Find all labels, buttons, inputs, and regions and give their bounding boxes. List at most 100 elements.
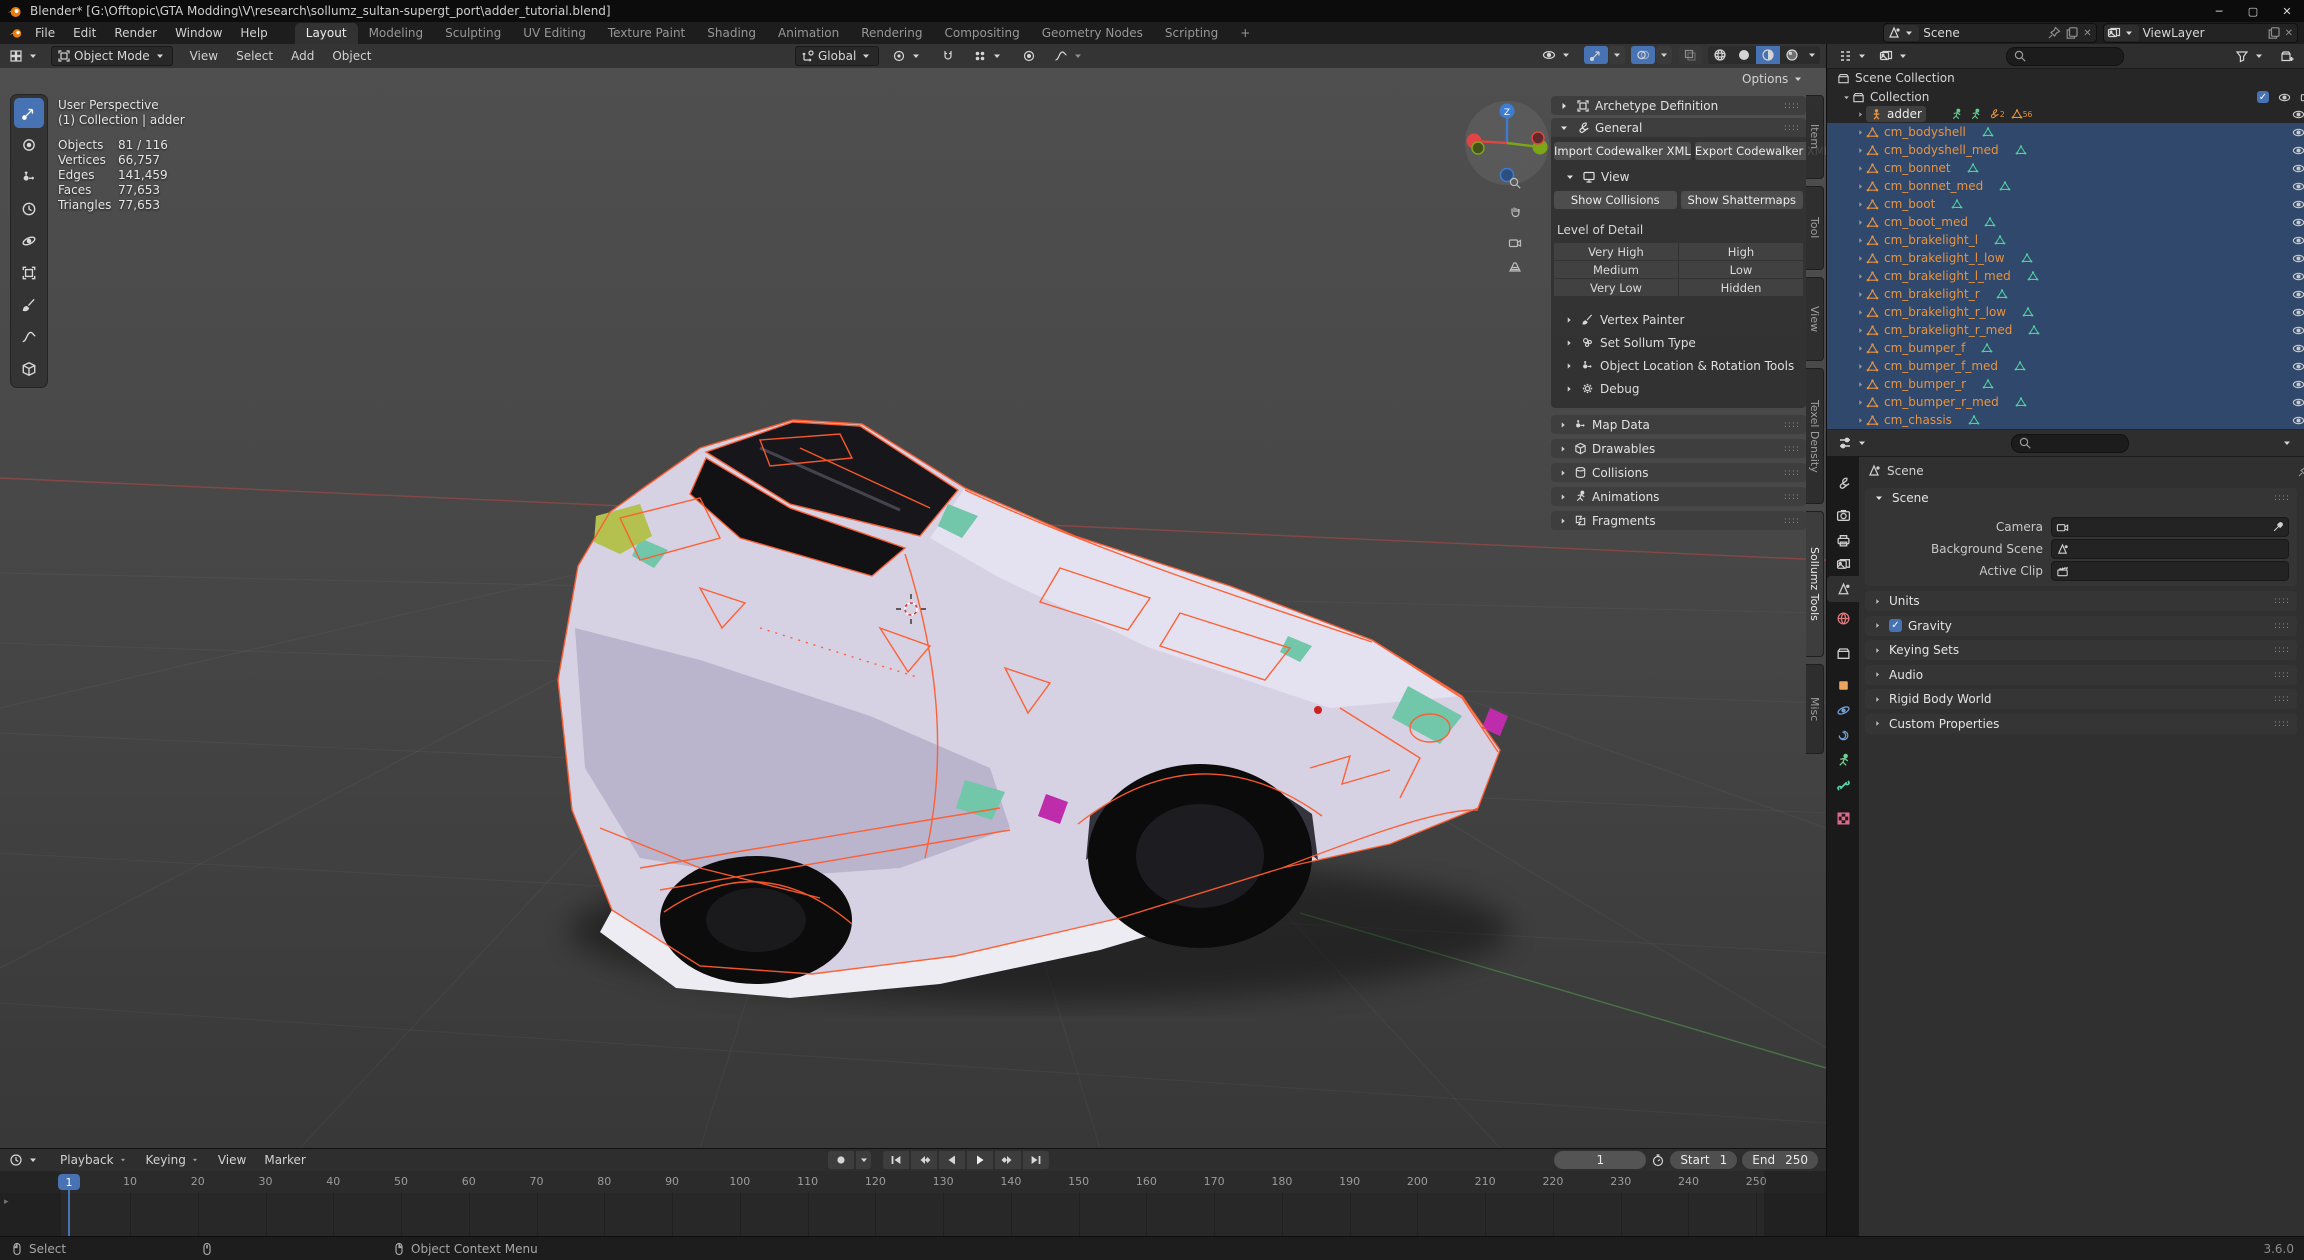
outliner-row-collection[interactable]: Collection✓ xyxy=(1827,88,2304,106)
menu-help[interactable]: Help xyxy=(231,22,276,44)
hide-eye-icon[interactable] xyxy=(2292,360,2304,373)
timeline-menu-playback[interactable]: Playback xyxy=(51,1149,137,1171)
outliner-row-cm_bonnet[interactable]: cm_bonnet xyxy=(1827,159,2304,177)
shading-wireframe-button[interactable] xyxy=(1708,46,1732,64)
show-collisions-button[interactable]: Show Collisions xyxy=(1554,191,1677,209)
properties-tab-object[interactable] xyxy=(1827,672,1859,698)
panel-rigid-body-world[interactable]: Rigid Body World:::: xyxy=(1865,689,2297,709)
outliner-row-cm_bumper_r[interactable]: cm_bumper_r xyxy=(1827,375,2304,393)
properties-tab-object-data[interactable] xyxy=(1827,772,1859,798)
npanel-tab-tool[interactable]: Tool xyxy=(1806,186,1824,270)
xray-toggle[interactable] xyxy=(1678,46,1702,64)
show-shattermaps-button[interactable]: Show Shattermaps xyxy=(1681,191,1804,209)
hide-eye-icon[interactable] xyxy=(2292,252,2304,265)
jump-to-end-button[interactable] xyxy=(1023,1151,1049,1169)
outliner-row-cm_brakelight_r_med[interactable]: cm_brakelight_r_med xyxy=(1827,321,2304,339)
timeline-menu-marker[interactable]: Marker xyxy=(255,1149,314,1171)
npanel-tab-item[interactable]: Item xyxy=(1806,95,1824,179)
auto-keying-toggle[interactable] xyxy=(828,1151,854,1169)
menu-render[interactable]: Render xyxy=(105,22,166,44)
play-reverse-button[interactable] xyxy=(939,1151,965,1169)
properties-search-input[interactable] xyxy=(2011,434,2129,453)
panel-units[interactable]: Units:::: xyxy=(1865,591,2297,611)
show-gizmo-toggle[interactable] xyxy=(1584,46,1608,64)
proportional-editing-toggle[interactable] xyxy=(1017,47,1041,65)
viewport-menu-object[interactable]: Object xyxy=(323,45,380,67)
outliner-row-cm_brakelight_l[interactable]: cm_brakelight_l xyxy=(1827,231,2304,249)
minimize-button[interactable]: ─ xyxy=(2202,0,2236,22)
shading-solid-button[interactable] xyxy=(1732,46,1756,64)
new-scene-button[interactable] xyxy=(2065,26,2079,40)
disclosure-icon[interactable] xyxy=(1855,361,1866,372)
outliner-filter-dropdown[interactable] xyxy=(2230,47,2271,65)
shading-material-button[interactable] xyxy=(1756,46,1780,64)
hide-eye-icon[interactable] xyxy=(2292,216,2304,229)
tab-sculpting[interactable]: Sculpting xyxy=(434,23,512,44)
outliner-row-cm_chassis[interactable]: cm_chassis xyxy=(1827,411,2304,429)
tab-modeling[interactable]: Modeling xyxy=(358,23,435,44)
object-visibility-dropdown[interactable] xyxy=(1537,46,1578,64)
timeline-menu-keying[interactable]: Keying xyxy=(137,1149,209,1171)
annotate-tool[interactable] xyxy=(14,290,44,320)
properties-tab-world[interactable] xyxy=(1827,605,1859,631)
properties-tab-output[interactable] xyxy=(1827,527,1859,553)
tab--[interactable]: + xyxy=(1229,23,1261,44)
playhead-line[interactable] xyxy=(68,1190,70,1237)
panel-archetype-definition[interactable]: Archetype Definition :::: xyxy=(1551,96,1806,115)
panel-audio[interactable]: Audio:::: xyxy=(1865,665,2297,685)
subsection-set-sollum-type[interactable]: Set Sollum Type xyxy=(1551,333,1806,352)
options-dropdown[interactable]: Options xyxy=(1742,72,1805,86)
timeline-channels[interactable]: ▸ xyxy=(0,1193,1826,1237)
disclosure-icon[interactable] xyxy=(1855,397,1866,408)
lod-very-high-button[interactable]: Very High xyxy=(1554,243,1678,260)
outliner-row-cm_brakelight_l_low[interactable]: cm_brakelight_l_low xyxy=(1827,249,2304,267)
outliner-row-scene-collection[interactable]: Scene Collection xyxy=(1827,69,2304,87)
lod-very-low-button[interactable]: Very Low xyxy=(1554,279,1678,296)
hide-eye-icon[interactable] xyxy=(2292,234,2304,247)
pin-scene-icon[interactable] xyxy=(2047,26,2061,40)
keying-dropdown[interactable] xyxy=(856,1151,871,1169)
disclosure-icon[interactable] xyxy=(1855,235,1866,246)
tab-layout[interactable]: Layout xyxy=(295,23,358,44)
properties-tab-constraints[interactable] xyxy=(1827,722,1859,748)
npanel-tab-misc[interactable]: Misc xyxy=(1806,664,1824,754)
hide-eye-icon[interactable] xyxy=(2292,324,2304,337)
pan-hand-icon[interactable] xyxy=(1508,204,1522,218)
scene-icon[interactable] xyxy=(1884,25,1919,41)
use-preview-range-icon[interactable] xyxy=(1651,1153,1665,1167)
properties-tab-scene[interactable] xyxy=(1827,576,1859,602)
outliner-display-mode-dropdown[interactable] xyxy=(1833,47,1874,65)
properties-tab-render[interactable] xyxy=(1827,502,1859,528)
npanel-tab-texel-density[interactable]: Texel Density xyxy=(1806,368,1824,504)
disclosure-icon[interactable] xyxy=(1855,415,1866,426)
viewlayer-icon[interactable] xyxy=(2104,25,2139,41)
lod-high-button[interactable]: High xyxy=(1679,243,1803,260)
disclosure-icon[interactable] xyxy=(1855,379,1866,390)
lod-hidden-button[interactable]: Hidden xyxy=(1679,279,1803,296)
outliner-row-cm_bumper_r_med[interactable]: cm_bumper_r_med xyxy=(1827,393,2304,411)
timeline-menu-view[interactable]: View xyxy=(209,1149,255,1171)
collection-checkbox[interactable]: ✓ xyxy=(2257,91,2269,103)
hide-eye-icon[interactable] xyxy=(2292,198,2304,211)
disclosure-icon[interactable] xyxy=(1855,145,1866,156)
disclosure-icon[interactable] xyxy=(1855,109,1866,120)
timeline-ruler[interactable]: 1020304050607080901001101201301401501601… xyxy=(0,1171,1826,1194)
previous-keyframe-button[interactable] xyxy=(911,1151,937,1169)
disclosure-icon[interactable] xyxy=(1855,307,1866,318)
maximize-button[interactable]: ▢ xyxy=(2236,0,2270,22)
npanel-tab-view[interactable]: View xyxy=(1806,277,1824,361)
scene-selector[interactable]: Scene ✕ xyxy=(1883,23,2096,43)
disclosure-icon[interactable] xyxy=(1855,271,1866,282)
hide-eye-icon[interactable] xyxy=(2292,342,2304,355)
show-overlays-toggle[interactable] xyxy=(1631,46,1655,64)
snap-settings-dropdown[interactable] xyxy=(968,47,1009,65)
add-cube-tool[interactable] xyxy=(14,354,44,384)
properties-editor-type-dropdown[interactable] xyxy=(1833,434,1874,452)
blender-menu-icon[interactable] xyxy=(8,26,24,40)
hide-eye-icon[interactable] xyxy=(2292,126,2304,139)
tab-rendering[interactable]: Rendering xyxy=(850,23,933,44)
hide-eye-icon[interactable] xyxy=(2292,108,2304,121)
hide-eye-icon[interactable] xyxy=(2292,162,2304,175)
mode-dropdown[interactable]: Object Mode xyxy=(51,46,173,66)
disclosure-icon[interactable] xyxy=(1855,253,1866,264)
